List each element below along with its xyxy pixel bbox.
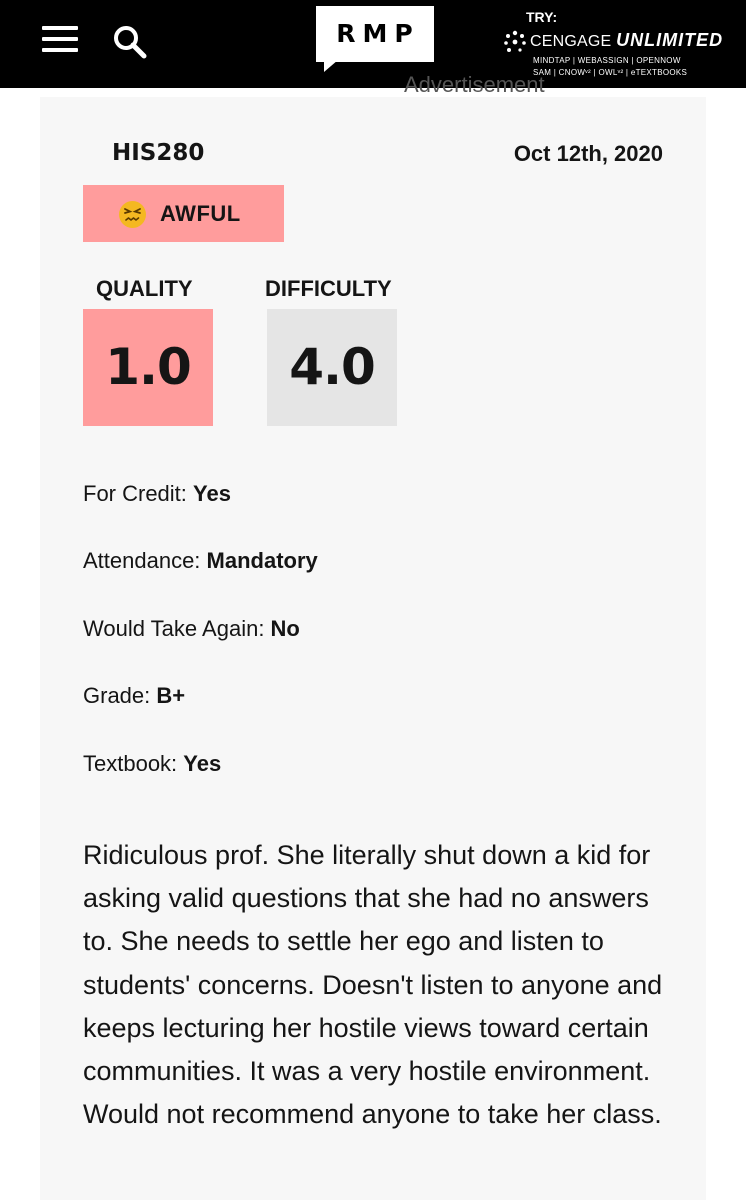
search-icon[interactable] [112,24,148,60]
ad-brand: CENGAGE UNLIMITED [530,30,723,51]
logo-text: RMP [336,19,420,48]
quality-label: QUALITY [96,276,193,301]
difficulty-label: DIFFICULTY [265,276,392,301]
course-code: HIS280 [112,140,205,166]
ad-brand-bold: UNLIMITED [616,30,724,50]
detail-label: Would Take Again: [83,616,271,641]
detail-textbook: Textbook: Yes [83,751,221,777]
detail-attendance: Attendance: Mandatory [83,548,318,574]
difficulty-score: 4.0 [289,338,376,396]
detail-value: Yes [183,751,222,776]
cengage-logo-icon [503,30,527,54]
emotion-label: AWFUL [160,201,241,226]
advertisement-label: Advertisement [404,72,545,97]
cengage-ad-banner[interactable]: TRY: CENGAGE UNLIMITED MINDTAP | WEBASSI… [503,8,738,82]
ad-brand-name: CENGAGE [530,33,612,50]
detail-label: For Credit: [83,481,194,506]
detail-value: No [270,616,300,641]
angry-face-icon [119,201,146,228]
detail-label: Textbook: [83,751,184,776]
difficulty-score-box: 4.0 [267,309,397,426]
detail-label: Attendance: [83,548,207,573]
detail-value: Yes [193,481,231,506]
ad-products-line-1: MINDTAP | WEBASSIGN | OPENNOW [533,56,681,65]
ad-try-label: TRY: [526,9,558,25]
detail-value: B+ [156,683,186,708]
emotion-badge: AWFUL [83,185,284,242]
top-nav-bar: RMP TRY: CENGAGE UNLIMITED MINDTAP | WEB… [0,0,746,88]
quality-score: 1.0 [105,338,192,396]
rating-date: Oct 12th, 2020 [513,141,663,166]
rmp-logo[interactable]: RMP [316,6,434,62]
detail-would-take-again: Would Take Again: No [83,616,300,642]
quality-score-box: 1.0 [83,309,213,426]
detail-label: Grade: [83,683,157,708]
rating-comment: Ridiculous prof. She literally shut down… [83,840,663,1130]
ad-products-line-2: SAM | CNOWᵛ² | OWLᵛ² | eTEXTBOOKS [533,68,688,77]
detail-grade: Grade: B+ [83,683,185,709]
detail-value: Mandatory [206,548,318,573]
detail-for-credit: For Credit: Yes [83,481,231,507]
hamburger-menu-icon[interactable] [42,26,78,52]
